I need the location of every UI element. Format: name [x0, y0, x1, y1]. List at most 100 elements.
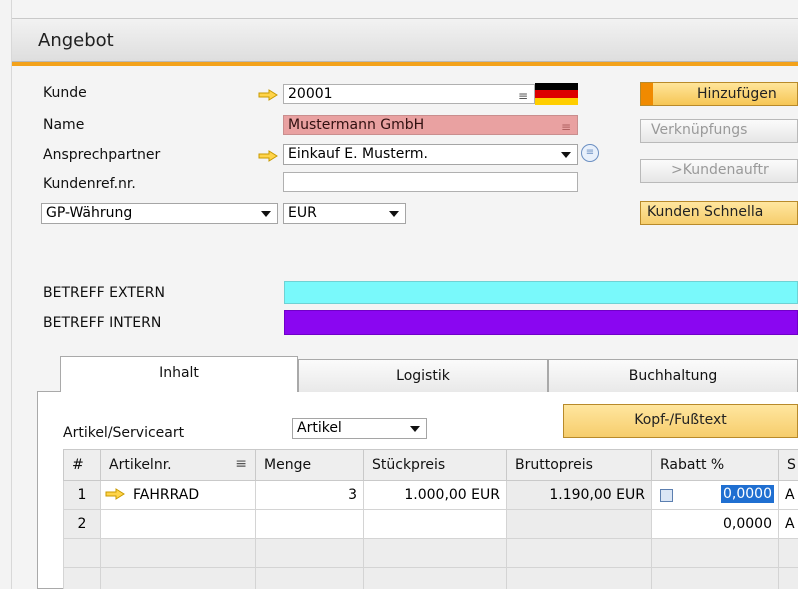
kundenref-input[interactable] — [283, 172, 578, 192]
title-accent-line — [12, 62, 798, 66]
kunden-schnellanlage-button[interactable]: Kunden Schnella — [640, 201, 798, 225]
gp-waehrung-value: GP-Währung — [46, 205, 133, 221]
ansprechpartner-label: Ansprechpartner — [43, 147, 161, 163]
artikel-cell[interactable] — [100, 509, 256, 539]
empty-cell[interactable] — [63, 567, 101, 589]
window-title: Angebot — [38, 30, 114, 51]
empty-cell[interactable] — [778, 538, 798, 568]
s-cell[interactable]: A — [778, 480, 798, 510]
list-icon[interactable]: ≡ — [235, 456, 247, 472]
name-input[interactable]: Mustermann GmbH ≡ — [283, 115, 578, 135]
tab-inhalt-label: Inhalt — [159, 365, 199, 381]
bruttopreis-cell: 1.190,00 EUR — [506, 480, 652, 510]
empty-cell[interactable] — [506, 567, 652, 589]
tab-inhalt[interactable]: Inhalt — [60, 356, 298, 392]
kunde-label: Kunde — [43, 85, 87, 101]
kunde-value: 20001 — [288, 86, 333, 102]
artikel-cell[interactable]: FAHRRAD — [100, 480, 256, 510]
currency-value: EUR — [288, 205, 317, 221]
empty-cell[interactable] — [63, 538, 101, 568]
currency-select[interactable]: EUR — [283, 203, 406, 224]
kopf-fusstext-button[interactable]: Kopf-/Fußtext — [563, 404, 798, 438]
betreff-intern-label: BETREFF INTERN — [43, 315, 162, 331]
empty-cell[interactable] — [651, 538, 779, 568]
ansprechpartner-select[interactable]: Einkauf E. Musterm. — [283, 144, 578, 165]
row-number[interactable]: 2 — [63, 509, 101, 539]
empty-cell[interactable] — [255, 567, 364, 589]
tab-logistik[interactable]: Logistik — [298, 359, 548, 392]
link-arrow-icon[interactable] — [258, 89, 278, 101]
button-accent — [641, 83, 653, 105]
empty-cell[interactable] — [100, 538, 256, 568]
table-row[interactable]: 1 FAHRRAD 3 1.000,00 EUR 1.190,00 EUR 0,… — [63, 480, 798, 510]
chevron-down-icon — [410, 426, 420, 432]
link-arrow-icon[interactable] — [258, 150, 278, 162]
col-header-artikelnr[interactable]: Artikelnr. ≡ — [100, 449, 256, 481]
verknuepfungs-button[interactable]: Verknüpfungs — [640, 119, 798, 143]
chevron-down-icon — [389, 211, 399, 217]
chevron-down-icon — [561, 152, 571, 158]
col-header-artikelnr-label: Artikelnr. — [109, 457, 172, 473]
empty-cell[interactable] — [506, 538, 652, 568]
bruttopreis-cell — [506, 509, 652, 539]
col-header-stueckpreis[interactable]: Stückpreis — [363, 449, 507, 481]
artikel-type-value: Artikel — [297, 420, 342, 436]
list-icon[interactable]: ≡ — [518, 89, 528, 103]
empty-cell[interactable] — [100, 567, 256, 589]
betreff-extern-label: BETREFF EXTERN — [43, 285, 165, 301]
col-header-s[interactable]: S — [778, 449, 798, 481]
table-row[interactable] — [63, 538, 798, 568]
empty-cell[interactable] — [363, 538, 507, 568]
rabatt-value: 0,0000 — [721, 485, 774, 503]
s-cell[interactable]: A — [778, 509, 798, 539]
artikel-value: FAHRRAD — [133, 487, 200, 503]
gp-waehrung-select[interactable]: GP-Währung — [41, 203, 278, 224]
schnellanlage-label: Kunden Schnella — [647, 204, 764, 220]
row-number[interactable]: 1 — [63, 480, 101, 510]
kunde-input[interactable]: 20001 ≡ — [283, 84, 535, 104]
col-header-rabatt[interactable]: Rabatt % — [651, 449, 779, 481]
stueckpreis-cell[interactable] — [363, 509, 507, 539]
table-row[interactable] — [63, 567, 798, 589]
calculator-icon[interactable] — [660, 489, 673, 502]
name-label: Name — [43, 117, 85, 133]
stueckpreis-cell[interactable]: 1.000,00 EUR — [363, 480, 507, 510]
verknuepfungs-label: Verknüpfungs — [651, 122, 748, 138]
items-grid: # Artikelnr. ≡ Menge Stückpreis Bruttopr… — [63, 449, 798, 589]
window-left-strip — [0, 0, 12, 589]
col-header-menge[interactable]: Menge — [255, 449, 364, 481]
chevron-down-icon — [261, 211, 271, 217]
kundenauftrag-label: >Kundenauftr — [671, 162, 769, 178]
germany-flag-icon — [535, 83, 578, 105]
artikel-type-select[interactable]: Artikel — [292, 418, 427, 439]
empty-cell[interactable] — [363, 567, 507, 589]
link-arrow-icon[interactable] — [105, 488, 125, 500]
tab-buchhaltung-label: Buchhaltung — [628, 368, 718, 384]
betreff-intern-field[interactable] — [284, 310, 798, 335]
empty-cell[interactable] — [778, 567, 798, 589]
tab-buchhaltung[interactable]: Buchhaltung — [548, 359, 798, 392]
col-header-num[interactable]: # — [63, 449, 101, 481]
details-icon[interactable]: ≡ — [581, 144, 599, 162]
artikel-serviceart-label: Artikel/Serviceart — [63, 425, 185, 441]
ansprechpartner-value: Einkauf E. Musterm. — [288, 146, 428, 162]
name-value: Mustermann GmbH — [288, 117, 425, 133]
rabatt-cell[interactable]: 0,0000 — [651, 480, 779, 510]
menge-cell[interactable] — [255, 509, 364, 539]
table-row[interactable]: 2 0,0000 A — [63, 509, 798, 539]
hinzufuegen-label: Hinzufügen — [697, 86, 777, 102]
empty-cell[interactable] — [651, 567, 779, 589]
list-icon[interactable]: ≡ — [561, 120, 571, 134]
betreff-extern-field[interactable] — [284, 281, 798, 304]
grid-header-row: # Artikelnr. ≡ Menge Stückpreis Bruttopr… — [63, 449, 798, 481]
kundenref-label: Kundenref.nr. — [43, 176, 136, 192]
tab-logistik-label: Logistik — [396, 368, 450, 384]
title-bar[interactable]: Angebot — [12, 18, 798, 62]
empty-cell[interactable] — [255, 538, 364, 568]
rabatt-cell[interactable]: 0,0000 — [651, 509, 779, 539]
hinzufuegen-button[interactable]: Hinzufügen — [640, 82, 798, 106]
menge-cell[interactable]: 3 — [255, 480, 364, 510]
col-header-bruttopreis[interactable]: Bruttopreis — [506, 449, 652, 481]
kopf-fusstext-label: Kopf-/Fußtext — [634, 412, 727, 428]
kundenauftrag-button[interactable]: >Kundenauftr — [640, 159, 798, 183]
